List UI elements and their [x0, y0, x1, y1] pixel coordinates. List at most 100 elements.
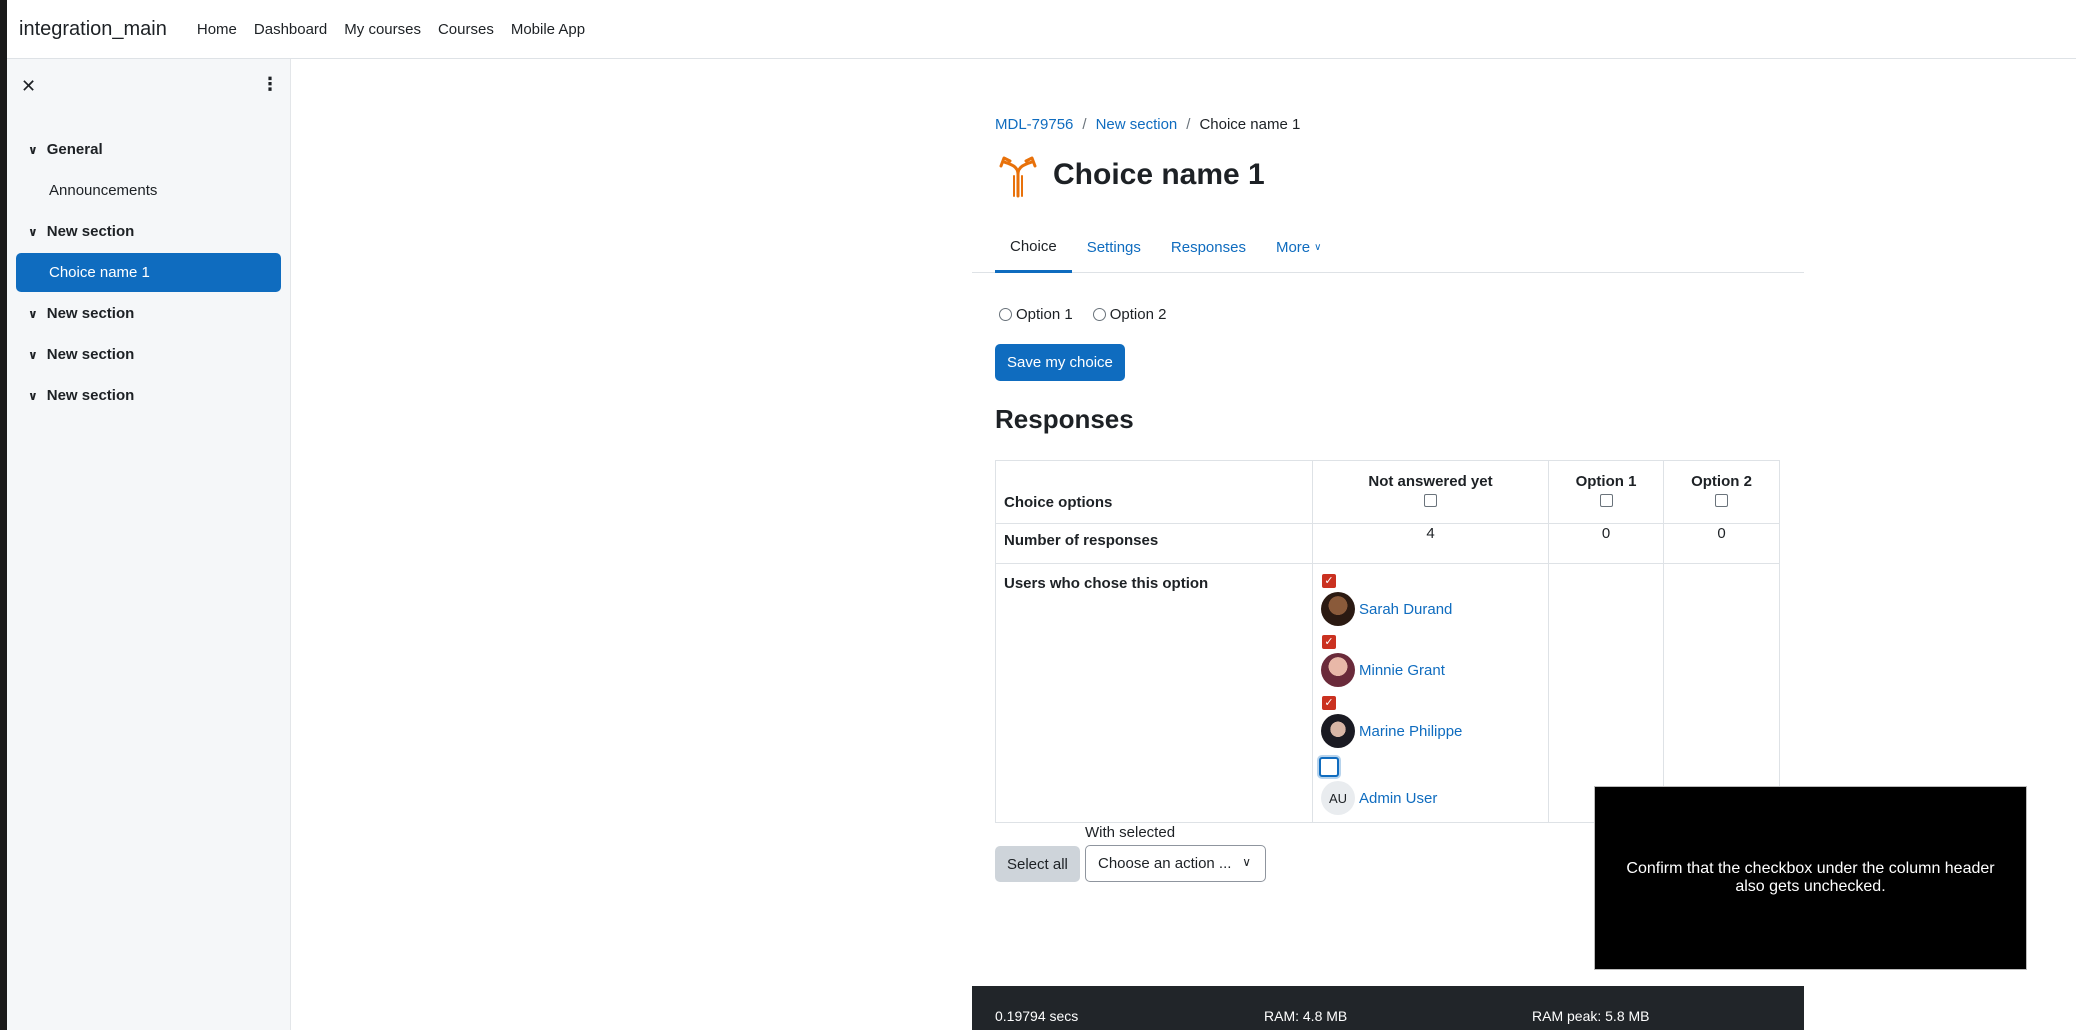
avatar[interactable]: AU: [1321, 781, 1355, 815]
breadcrumb-separator: /: [1186, 116, 1191, 133]
option-1[interactable]: Option 1: [999, 306, 1073, 323]
activity-announcements[interactable]: Announcements: [7, 170, 291, 211]
footer-ram-peak: RAM peak: 5.8 MB: [1532, 1008, 1650, 1024]
row-label-number-of-responses: Number of responses: [995, 523, 1313, 564]
user-line: Marine Philippe: [1321, 714, 1547, 748]
tab-responses[interactable]: Responses: [1156, 222, 1261, 273]
option-1-label: Option 1: [1016, 306, 1073, 323]
course-index: ∨ General Announcements ∨ New section Ch…: [7, 129, 291, 416]
nav-home[interactable]: Home: [197, 21, 237, 38]
list-item: ✓ Sarah Durand: [1321, 574, 1547, 635]
section-label: New section: [46, 387, 135, 404]
count-option-1: 0: [1548, 523, 1664, 564]
section-new-3[interactable]: ∨ New section: [7, 334, 291, 375]
count-not-answered: 4: [1312, 523, 1549, 564]
page-header: Choice name 1: [995, 152, 1265, 198]
user-link[interactable]: Minnie Grant: [1359, 662, 1445, 679]
user-link[interactable]: Marine Philippe: [1359, 723, 1462, 740]
responses-heading: Responses: [995, 404, 1134, 434]
table-row: Number of responses 4 0 0: [995, 523, 1780, 564]
kebab-icon[interactable]: ⋮: [261, 75, 279, 93]
option-2-label: Option 2: [1109, 306, 1167, 323]
action-select-value: Choose an action ...: [1098, 855, 1232, 872]
instruction-toast: Confirm that the checkbox under the colu…: [1594, 786, 2027, 970]
count-option-2: 0: [1663, 523, 1780, 564]
column-header-label: Option 2: [1691, 473, 1752, 490]
user-checkbox-checked[interactable]: ✓: [1322, 635, 1336, 649]
with-selected-label: With selected: [1085, 824, 1176, 841]
section-label: New section: [46, 346, 135, 363]
section-new-4[interactable]: ∨ New section: [7, 375, 291, 416]
close-icon[interactable]: ✕: [21, 76, 36, 97]
secondary-navigation: Choice Settings Responses More ∨: [972, 222, 1804, 273]
column-header-label: Option 1: [1575, 473, 1637, 490]
course-index-drawer: ✕ ⋮ ∨ General Announcements ∨ New sectio…: [7, 59, 291, 1030]
table-row: Users who chose this option ✓ Sarah Dura…: [995, 563, 1780, 823]
section-general[interactable]: ∨ General: [7, 129, 291, 170]
option-1-radio[interactable]: [999, 308, 1012, 321]
column-option-1: Option 1: [1548, 460, 1664, 524]
list-item: AU Admin User: [1319, 757, 1547, 818]
page-title: Choice name 1: [1053, 158, 1265, 191]
column-option-1-checkbox[interactable]: [1599, 494, 1613, 507]
user-link[interactable]: Sarah Durand: [1359, 601, 1452, 618]
chevron-down-icon[interactable]: ∨: [28, 389, 38, 403]
column-option-2-checkbox[interactable]: [1715, 494, 1728, 507]
breadcrumb-current: Choice name 1: [1199, 116, 1301, 133]
nav-courses[interactable]: Courses: [438, 21, 494, 38]
section-new-2[interactable]: ∨ New section: [7, 293, 291, 334]
column-not-answered: Not answered yet: [1312, 460, 1549, 524]
user-line: Minnie Grant: [1321, 653, 1547, 687]
tab-choice[interactable]: Choice: [995, 222, 1072, 273]
chevron-down-icon[interactable]: ∨: [28, 225, 38, 239]
save-my-choice-button[interactable]: Save my choice: [995, 344, 1125, 381]
chevron-down-icon[interactable]: ∨: [28, 143, 38, 157]
window-edge: [0, 0, 7, 1030]
user-checkbox-checked[interactable]: ✓: [1322, 574, 1336, 588]
user-checkbox-checked[interactable]: ✓: [1322, 696, 1336, 710]
option-2-radio[interactable]: [1092, 308, 1106, 321]
column-header-label: Not answered yet: [1368, 473, 1493, 490]
chevron-down-icon[interactable]: ∨: [28, 307, 38, 321]
avatar[interactable]: [1321, 653, 1355, 687]
user-line: Sarah Durand: [1321, 592, 1547, 626]
footer-time: 0.19794 secs: [995, 1008, 1079, 1024]
users-option-1: [1548, 563, 1664, 823]
list-item: ✓ Minnie Grant: [1321, 635, 1547, 696]
chevron-down-icon: ∨: [1242, 855, 1251, 869]
chevron-down-icon[interactable]: ∨: [28, 348, 38, 362]
activity-choice-name-1[interactable]: Choice name 1: [16, 253, 281, 292]
chevron-down-icon: ∨: [1314, 242, 1322, 253]
tab-settings[interactable]: Settings: [1072, 222, 1156, 273]
users-not-answered: ✓ Sarah Durand ✓ Minnie Grant ✓ Marine P…: [1312, 563, 1549, 823]
tab-more[interactable]: More ∨: [1261, 222, 1337, 273]
tab-more-label: More: [1275, 239, 1311, 256]
column-not-answered-checkbox[interactable]: [1424, 494, 1437, 507]
avatar[interactable]: [1321, 592, 1355, 626]
responses-table: Choice options Not answered yet Option 1…: [995, 460, 1780, 823]
breadcrumb-course[interactable]: MDL-79756: [995, 116, 1073, 133]
user-checkbox-unchecked[interactable]: [1319, 757, 1339, 777]
action-select[interactable]: Choose an action ... ∨: [1085, 845, 1266, 882]
avatar[interactable]: [1321, 714, 1355, 748]
row-label-choice-options: Choice options: [995, 460, 1313, 524]
site-brand[interactable]: integration_main: [19, 18, 167, 41]
option-2[interactable]: Option 2: [1092, 306, 1167, 323]
user-line: AU Admin User: [1321, 781, 1547, 815]
user-link[interactable]: Admin User: [1359, 790, 1437, 807]
nav-my-courses[interactable]: My courses: [344, 21, 421, 38]
select-all-button[interactable]: Select all: [995, 846, 1080, 882]
nav-dashboard[interactable]: Dashboard: [254, 21, 327, 38]
section-label: General: [46, 141, 103, 158]
table-header-row: Choice options Not answered yet Option 1…: [995, 460, 1780, 524]
breadcrumb: MDL-79756 / New section / Choice name 1: [995, 116, 1300, 133]
nav-mobile-app[interactable]: Mobile App: [511, 21, 585, 38]
section-label: New section: [46, 223, 135, 240]
top-navbar: integration_main Home Dashboard My cours…: [7, 0, 2076, 59]
users-option-2: [1663, 563, 1780, 823]
toast-message: Confirm that the checkbox under the colu…: [1626, 860, 1995, 895]
breadcrumb-section[interactable]: New section: [1096, 116, 1178, 133]
choice-options: Option 1 Option 2: [999, 306, 1186, 323]
section-new-1[interactable]: ∨ New section: [7, 211, 291, 252]
choice-activity-icon: [999, 156, 1037, 198]
